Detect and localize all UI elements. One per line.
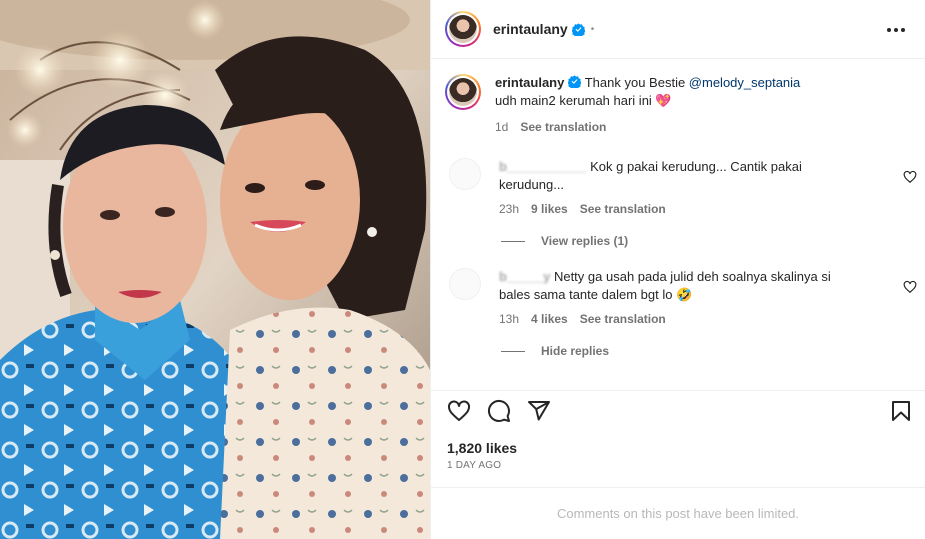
view-replies-button[interactable]: View replies (1) (501, 234, 925, 248)
author-avatar[interactable] (445, 11, 481, 47)
likes-count[interactable]: 1,820 likes (447, 440, 517, 456)
comments-limited-notice: Comments on this post have been limited. (431, 487, 925, 539)
caption-avatar[interactable] (445, 74, 481, 110)
hide-replies-label: Hide replies (541, 344, 610, 358)
post-timestamp[interactable]: 1 DAY AGO (447, 460, 501, 471)
caption-text-2: udh main2 kerumah hari ini (495, 93, 656, 108)
caption-username[interactable]: erintaulany (495, 75, 564, 90)
comment-item: b_____y Netty ga usah pada julid deh soa… (431, 268, 925, 328)
comments-list[interactable]: erintaulany Thank you Bestie @melody_sep… (431, 60, 925, 390)
commenter-username[interactable]: b___________ (499, 159, 586, 174)
comment-time[interactable]: 13h (499, 310, 519, 328)
post-panel: erintaulany • erintaulany Thank you Best… (430, 0, 925, 539)
comment-see-translation[interactable]: See translation (580, 310, 666, 328)
comment-icon[interactable] (487, 399, 511, 423)
hide-replies-button[interactable]: Hide replies (501, 344, 925, 358)
post-image (0, 0, 430, 539)
comment-likes[interactable]: 4 likes (531, 310, 568, 328)
post-photo[interactable] (0, 0, 430, 539)
commenter-avatar[interactable] (449, 158, 481, 190)
more-options-icon[interactable] (885, 19, 907, 41)
post-actions-bar (431, 390, 925, 430)
replies-line (501, 350, 525, 352)
verified-badge-icon (571, 22, 585, 36)
laughing-emoji: 🤣 (676, 287, 693, 302)
commenter-username[interactable]: b_____y (499, 269, 550, 284)
comment-time[interactable]: 23h (499, 200, 519, 218)
view-replies-label: View replies (1) (541, 234, 629, 248)
comment-item: b___________ Kok g pakai kerudung... Can… (431, 158, 925, 218)
separator-dot: • (590, 23, 595, 35)
post-header: erintaulany • (431, 0, 925, 59)
comment-like-heart-icon[interactable] (903, 280, 917, 294)
comment-likes[interactable]: 9 likes (531, 200, 568, 218)
verified-badge-icon (568, 75, 582, 88)
heart-emoji: 💖 (655, 93, 672, 108)
caption-time[interactable]: 1d (495, 118, 508, 136)
author-username[interactable]: erintaulany (493, 21, 568, 37)
heart-icon[interactable] (447, 399, 471, 423)
bookmark-icon[interactable] (889, 399, 913, 423)
share-icon[interactable] (527, 399, 551, 423)
post-caption: erintaulany Thank you Bestie @melody_sep… (431, 60, 925, 136)
commenter-avatar[interactable] (449, 268, 481, 300)
caption-text: Thank you Bestie (581, 75, 689, 90)
caption-see-translation[interactable]: See translation (520, 118, 606, 136)
caption-mention-link[interactable]: @melody_septania (689, 75, 800, 90)
replies-line (501, 240, 525, 242)
comment-like-heart-icon[interactable] (903, 170, 917, 184)
comment-see-translation[interactable]: See translation (580, 200, 666, 218)
